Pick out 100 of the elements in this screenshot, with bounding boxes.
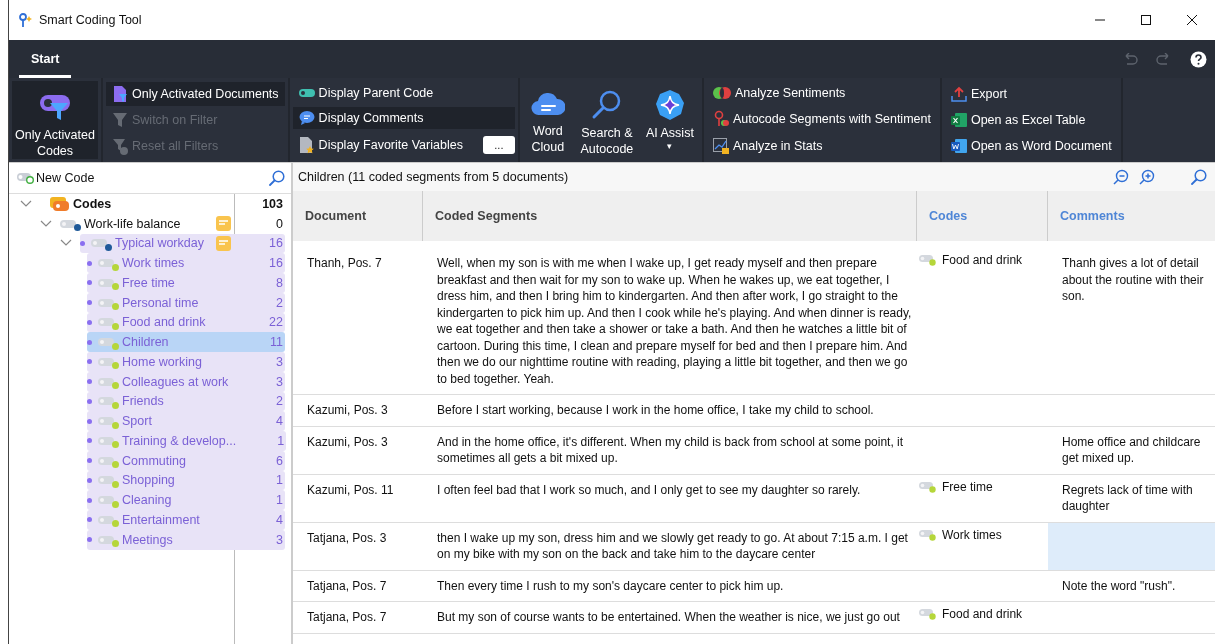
funnel-clear-icon — [112, 137, 128, 155]
ribbon-button[interactable]: Only Activated Codes — [12, 81, 98, 159]
sentiment-icon — [712, 86, 731, 100]
ribbon-button[interactable]: Autocode Segments with Sentiment — [706, 107, 937, 131]
code-label[interactable]: Home working — [122, 354, 235, 369]
activation-dot[interactable] — [87, 537, 92, 543]
tree-row[interactable]: Personal time 2 — [87, 292, 285, 313]
code-label[interactable]: Colleagues at work — [122, 374, 235, 389]
ribbon-button[interactable]: Display Comments — [292, 107, 515, 129]
code-count: 16 — [268, 236, 284, 251]
activation-dot[interactable] — [87, 260, 92, 266]
chevron-down-icon[interactable] — [40, 219, 52, 228]
search-icon[interactable] — [269, 170, 285, 186]
code-label[interactable]: Sport — [122, 414, 235, 429]
tree-row[interactable]: Children 11 — [87, 332, 285, 352]
tree-row[interactable]: Free time 8 — [87, 273, 285, 293]
activation-dot[interactable] — [87, 477, 92, 483]
activation-dot[interactable] — [87, 458, 92, 464]
code-label: Food and drink — [942, 252, 1023, 269]
code-label[interactable]: Entertainment — [122, 512, 235, 527]
table-cell-text: Before I start working, because I work in the home office, I take my child to school. — [436, 402, 875, 419]
activation-dot[interactable] — [87, 398, 92, 404]
ribbon-button[interactable]: Display Parent Code — [292, 83, 515, 103]
code-label[interactable]: Cleaning — [122, 493, 235, 508]
code-label[interactable]: Codes — [73, 196, 235, 211]
code-label[interactable]: Friends — [122, 394, 235, 409]
activation-dot[interactable] — [87, 300, 92, 306]
activation-dot[interactable] — [87, 418, 92, 424]
tree-row[interactable]: Sport 4 — [87, 411, 285, 431]
activation-dot[interactable] — [87, 497, 92, 503]
code-label[interactable]: Personal time — [122, 295, 235, 310]
window-title: Smart Coding Tool — [39, 13, 143, 27]
tree-row[interactable]: Shopping 1 — [87, 470, 285, 491]
code-label[interactable]: Meetings — [122, 532, 235, 547]
search-icon[interactable] — [1191, 169, 1207, 185]
column-header[interactable]: Comments — [1048, 191, 1215, 241]
ribbon-button[interactable]: Analyze in Stats — [706, 135, 937, 157]
tree-row[interactable]: Home working 3 — [87, 352, 285, 372]
code-label[interactable]: Work-life balance — [84, 216, 216, 231]
code-label[interactable]: Work times — [122, 256, 235, 271]
tree-row[interactable]: Codes 103 — [50, 194, 285, 214]
help-icon[interactable] — [1190, 50, 1207, 68]
table-cell-text: Thanh gives a lot of detail about the routine with their son. — [1061, 255, 1205, 305]
code-label: Work times — [942, 526, 1002, 543]
code-label[interactable]: Children — [122, 335, 235, 350]
activation-dot[interactable] — [87, 438, 92, 444]
tree-row[interactable]: Typical workday 16 — [80, 233, 285, 254]
tree-row[interactable]: Cleaning 1 — [87, 490, 285, 510]
activation-dot[interactable] — [87, 359, 92, 365]
tree-row[interactable]: Friends 2 — [87, 391, 285, 412]
chevron-down-icon[interactable] — [60, 239, 72, 248]
code-label[interactable]: Commuting — [122, 453, 235, 468]
more-options-button[interactable]: ... — [482, 136, 515, 154]
tree-row[interactable]: Entertainment 4 — [87, 510, 285, 530]
tree-row[interactable]: Colleagues at work 3 — [87, 371, 285, 392]
code-label: Free time — [942, 478, 993, 495]
code-count: 22 — [268, 315, 284, 330]
activation-dot[interactable] — [87, 280, 92, 286]
column-header[interactable]: Coded Segments — [423, 191, 917, 241]
ribbon-button[interactable]: Search & Autocode — [572, 81, 641, 159]
maximize-icon — [1141, 15, 1151, 25]
code-label[interactable]: Shopping — [122, 473, 235, 488]
tree-row[interactable]: Work times 16 — [87, 253, 285, 273]
activation-dot[interactable] — [87, 379, 92, 385]
tree-row[interactable]: Meetings 3 — [87, 529, 285, 550]
table-cell-text: And in the home office, it's different. When my child is back from school at some point, it sometimes all gets a bit mixed up. — [436, 433, 905, 467]
tree-row[interactable]: Commuting 6 — [87, 450, 285, 471]
code-label[interactable]: Free time — [122, 275, 235, 290]
activation-dot[interactable] — [87, 339, 92, 345]
ribbon-button[interactable]: Open as Word Document — [944, 135, 1118, 157]
column-header[interactable]: Document — [293, 191, 423, 241]
tree-row[interactable]: Work-life balance 0 — [60, 213, 285, 234]
ribbon-button[interactable]: Export — [944, 83, 1118, 105]
ribbon-button[interactable]: Open as Excel Table — [944, 109, 1118, 131]
ribbon-button[interactable]: Word Cloud — [522, 81, 573, 159]
tree-row[interactable]: Food and drink 22 — [87, 312, 285, 333]
code-label[interactable]: Food and drink — [122, 315, 235, 330]
ribbon-button[interactable]: Display Favorite Variables — [292, 133, 469, 157]
code-label[interactable]: Training & develop... — [122, 433, 237, 448]
column-header[interactable]: Codes — [917, 191, 1048, 241]
code-icon — [98, 514, 114, 525]
tree-row[interactable]: Training & develop... 1 — [87, 431, 287, 451]
code-icon — [919, 528, 939, 541]
code-icon — [91, 238, 107, 249]
zoom-in-icon[interactable] — [1139, 169, 1155, 185]
code-icon — [98, 297, 114, 308]
activation-dot[interactable] — [87, 517, 92, 523]
table-cell-text: I often feel bad that I work so much, and I only get to see my daughter so rarely. — [436, 481, 862, 499]
chevron-down-icon[interactable] — [20, 199, 32, 208]
activation-dot[interactable] — [80, 240, 85, 246]
ribbon-button[interactable]: Only Activated Documents — [106, 82, 285, 106]
code-label[interactable]: Typical workday — [115, 236, 216, 251]
code-count: 3 — [275, 354, 284, 369]
new-code-button[interactable]: New Code — [17, 171, 95, 185]
code-icon — [919, 480, 939, 493]
activation-dot[interactable] — [87, 319, 92, 325]
code-count: 16 — [268, 256, 284, 271]
ribbon-button[interactable]: AI Assist ▾ — [640, 81, 699, 159]
ribbon-button[interactable]: Analyze Sentiments — [706, 83, 937, 103]
zoom-out-icon[interactable] — [1113, 169, 1129, 185]
